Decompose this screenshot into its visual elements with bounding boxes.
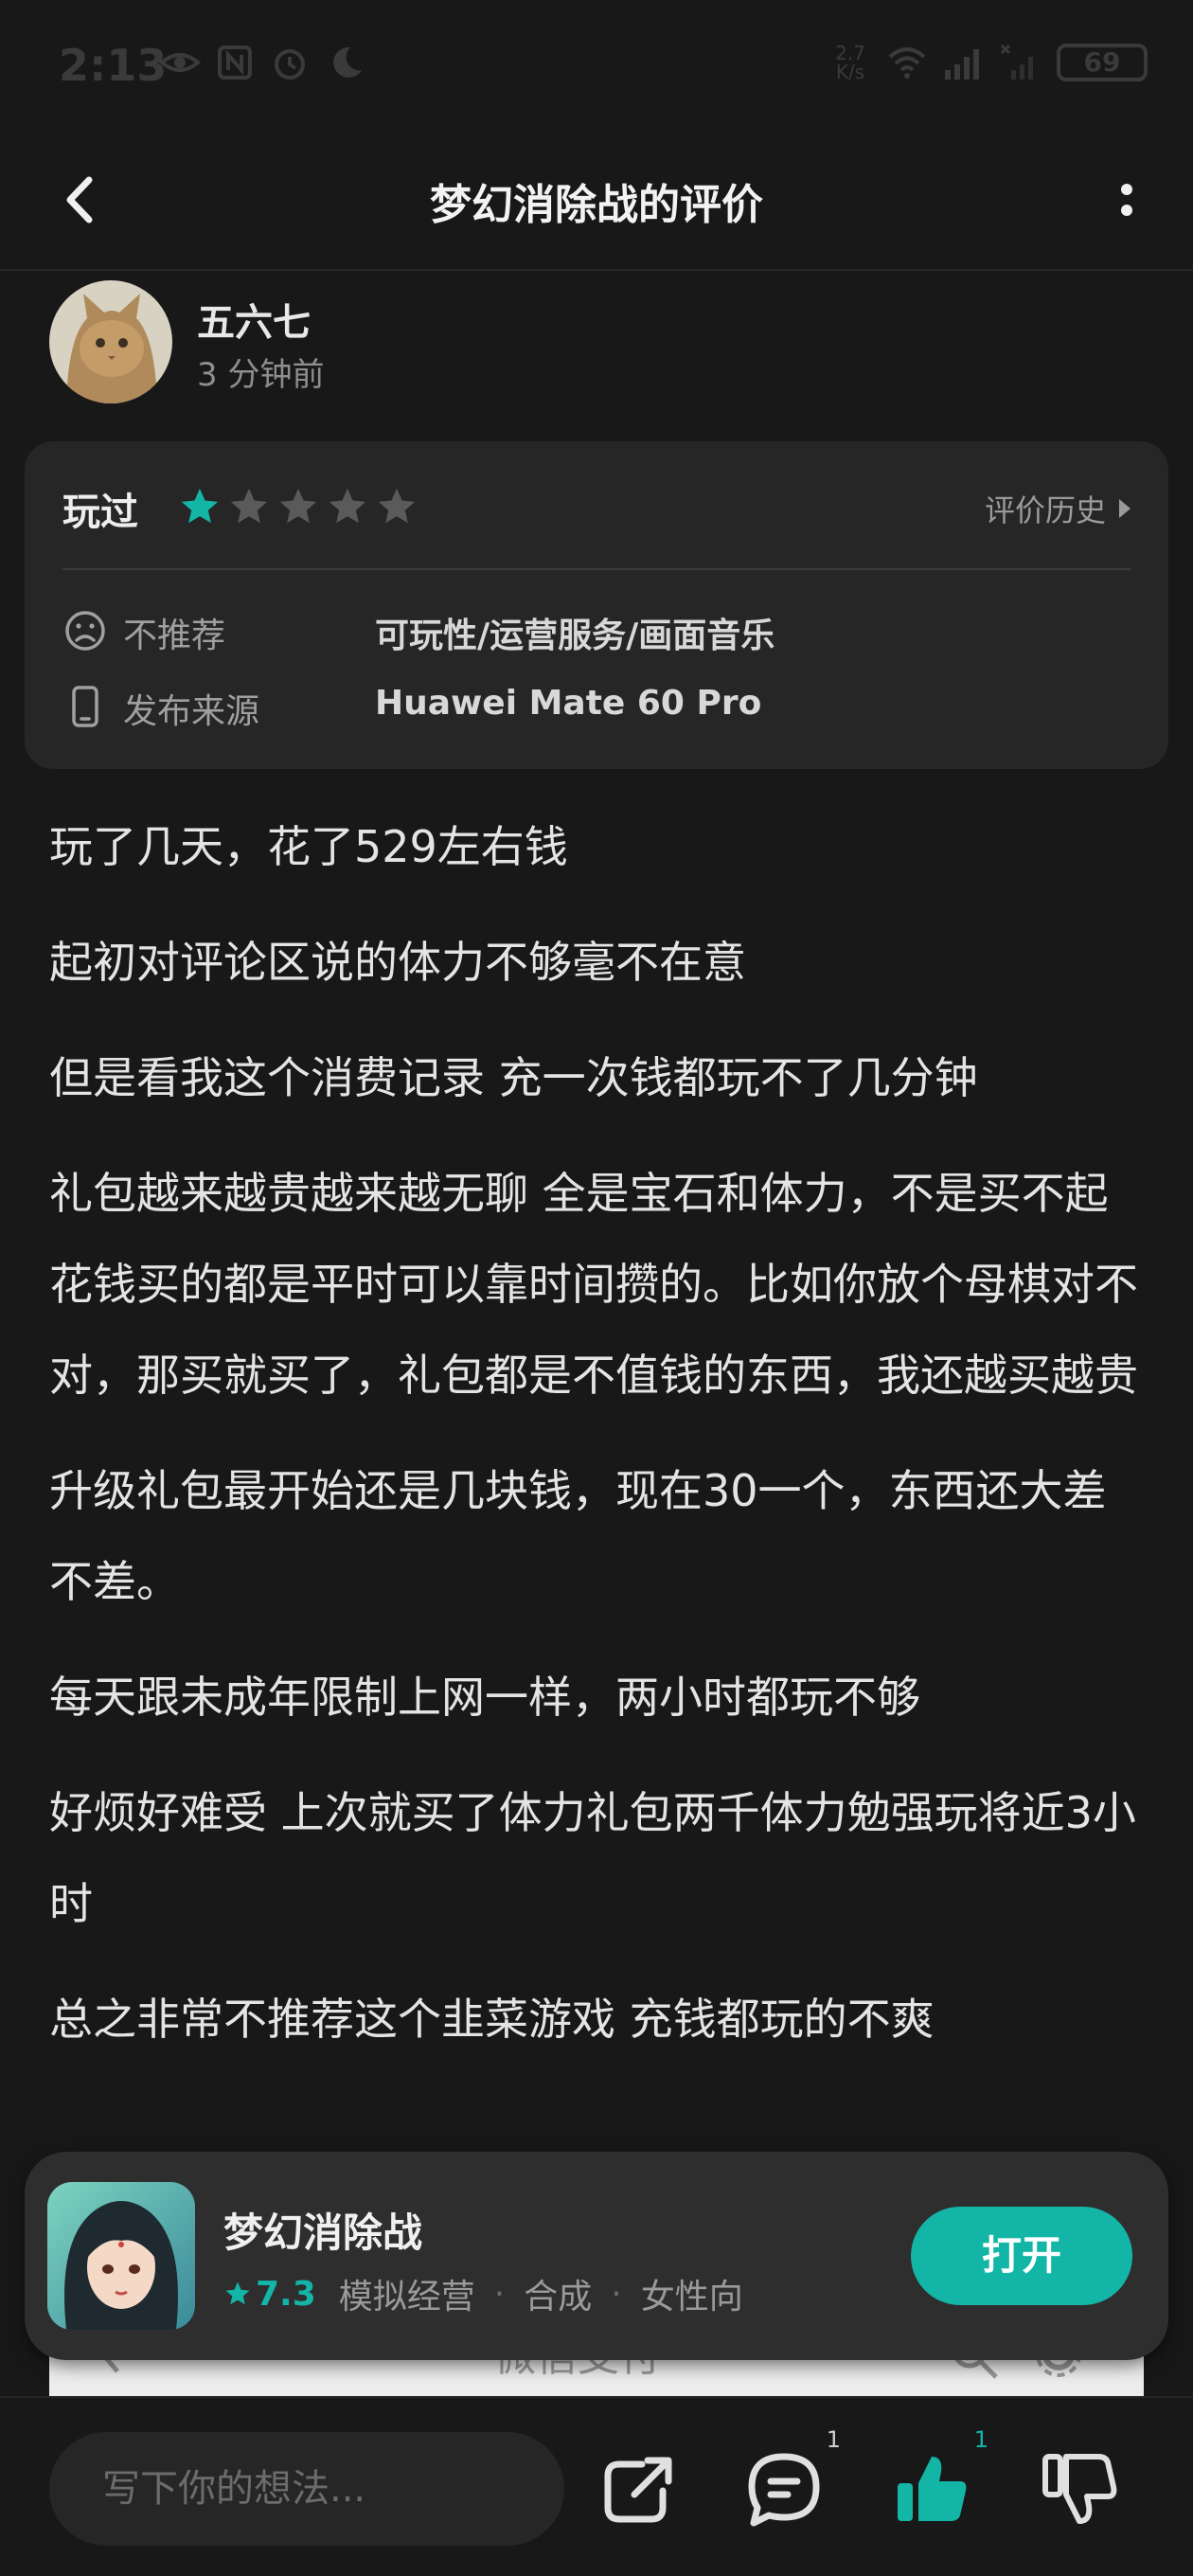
more-vertical-icon (1121, 184, 1132, 216)
tag-separator: · (493, 2274, 506, 2314)
review-paragraph: 好烦好难受 上次就买了体力礼包两千体力勉强玩将近3小时 (49, 1787, 1136, 1929)
game-tag: 合成 (524, 2278, 593, 2317)
game-tag: 模拟经营 (338, 2278, 475, 2317)
wifi-icon (886, 44, 928, 81)
recommendation-value: 可玩性/运营服务/画面音乐 (375, 617, 775, 655)
battery-indicator: 69 (1057, 44, 1148, 81)
more-options-button[interactable] (1098, 165, 1155, 237)
rating-history-link[interactable]: 评价历史 (985, 487, 1131, 530)
nfc-icon (214, 44, 256, 81)
star-empty-icon (227, 485, 271, 528)
comment-icon (748, 2453, 820, 2527)
game-meta: 7.3 模拟经营 · 合成 · 女性向 (223, 2269, 743, 2318)
comment-button[interactable]: 1 (739, 2426, 841, 2534)
review-paragraph: 升级礼包最开始还是几块钱，现在30一个，东西还大差不差。 (49, 1465, 1107, 1607)
bottom-action-bar: 1 1 (0, 2396, 1193, 2576)
net-speed-unit: K/s (835, 61, 865, 83)
thumbs-up-icon (898, 2457, 967, 2521)
review-detail-page: 2:13 2.7 K/s 69 梦幻消除战的评价 五六七 3 分钟前 玩过 评价… (0, 0, 1193, 2576)
recommendation-label: 不推荐 (123, 617, 226, 655)
avatar[interactable] (49, 280, 172, 403)
username[interactable]: 五六七 (197, 292, 311, 347)
post-time: 3 分钟前 (197, 356, 325, 394)
status-bar: 2:13 2.7 K/s 69 (0, 0, 1193, 133)
sad-face-icon (62, 608, 108, 653)
rating-history-label: 评价历史 (984, 492, 1106, 528)
star-empty-icon (375, 485, 418, 528)
rating-card: 玩过 评价历史 不推荐 可玩性/运营服务/画面音乐 发布来源 Huawei Ma… (25, 441, 1168, 769)
status-icons-right: 2.7 K/s 69 (829, 44, 1148, 81)
header: 梦幻消除战的评价 (0, 133, 1193, 271)
open-game-button[interactable]: 打开 (911, 2207, 1132, 2305)
star-filled-icon (178, 485, 222, 528)
game-score: 7.3 (256, 2274, 316, 2314)
device-value: Huawei Mate 60 Pro (375, 684, 762, 723)
star-empty-icon (326, 485, 369, 528)
comment-input[interactable] (49, 2432, 564, 2546)
star-empty-icon (276, 485, 320, 528)
phone-icon (62, 684, 108, 729)
played-label: 玩过 (62, 491, 138, 534)
net-speed: 2.7 K/s (829, 44, 871, 81)
share-button[interactable] (593, 2443, 684, 2534)
triangle-right-icon (1119, 499, 1131, 518)
share-icon (604, 2457, 672, 2523)
game-tag: 女性向 (640, 2278, 743, 2317)
review-body: 玩了几天，花了529左右钱 起初对评论区说的体力不够毫不在意 但是看我这个消费记… (49, 801, 1148, 2089)
signal-icon (943, 44, 985, 81)
review-paragraph: 玩了几天，花了529左右钱 (49, 821, 568, 872)
game-icon[interactable] (47, 2182, 195, 2330)
review-paragraph: 礼包越来越贵越来越无聊 全是宝石和体力，不是买不起 花钱买的都是平时可以靠时间攒… (49, 1168, 1138, 1401)
device-row: 发布来源 Huawei Mate 60 Pro (62, 678, 1131, 735)
review-paragraph: 但是看我这个消费记录 充一次钱都玩不了几分钟 (49, 1052, 978, 1103)
status-time: 2:13 (59, 40, 168, 91)
review-paragraph: 每天跟未成年限制上网一样，两小时都玩不够 (49, 1672, 920, 1723)
eye-icon (158, 44, 202, 81)
like-count: 1 (973, 2426, 988, 2453)
device-label: 发布来源 (123, 692, 260, 731)
game-name[interactable]: 梦幻消除战 (223, 2201, 422, 2259)
like-button[interactable]: 1 (886, 2426, 988, 2534)
alarm-icon (269, 44, 311, 81)
recommendation-row: 不推荐 可玩性/运营服务/画面音乐 (62, 602, 1131, 659)
divider (62, 568, 1131, 570)
score-star-icon (225, 2281, 250, 2305)
tag-separator: · (611, 2274, 622, 2314)
star-rating (178, 485, 418, 528)
moon-icon (324, 44, 365, 81)
page-title: 梦幻消除战的评价 (430, 181, 763, 229)
comment-count: 1 (826, 2426, 841, 2453)
status-icons-left (158, 44, 365, 81)
signal-off-icon (1000, 44, 1042, 81)
game-card[interactable]: 梦幻消除战 7.3 模拟经营 · 合成 · 女性向 打开 (25, 2152, 1168, 2360)
thumbs-down-icon (1042, 2454, 1117, 2524)
net-speed-value: 2.7 (835, 42, 865, 64)
dislike-button[interactable] (1034, 2443, 1125, 2534)
review-paragraph: 总之非常不推荐这个韭菜游戏 充钱都玩的不爽 (49, 1994, 935, 2045)
review-author[interactable]: 五六七 3 分钟前 (49, 280, 1148, 405)
review-paragraph: 起初对评论区说的体力不够毫不在意 (49, 937, 746, 988)
